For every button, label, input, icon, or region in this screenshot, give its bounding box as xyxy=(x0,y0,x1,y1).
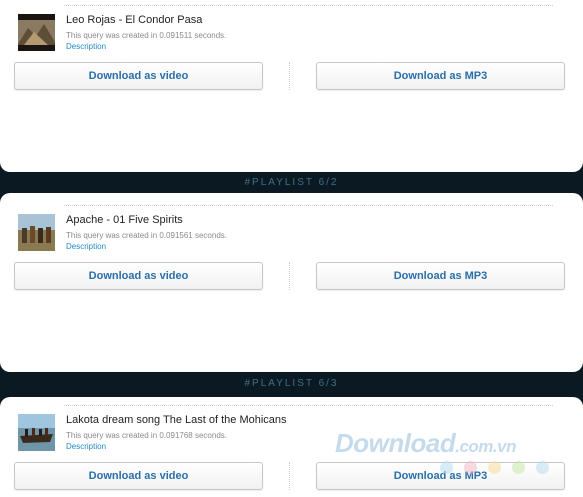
divider xyxy=(64,405,553,406)
video-title: Lakota dream song The Last of the Mohica… xyxy=(66,414,287,426)
watermark-logo: Download.com.vn xyxy=(335,428,516,458)
download-mp3-button[interactable]: Download as MP3 xyxy=(316,262,565,290)
divider xyxy=(64,5,553,6)
video-thumbnail[interactable] xyxy=(18,214,55,251)
divider xyxy=(289,462,290,490)
download-video-button[interactable]: Download as video xyxy=(14,262,263,290)
divider xyxy=(289,262,290,290)
video-title: Leo Rojas - El Condor Pasa xyxy=(66,14,203,26)
divider xyxy=(289,62,290,90)
description-link[interactable]: Description xyxy=(66,42,106,51)
divider xyxy=(64,205,553,206)
video-title: Apache - 01 Five Spirits xyxy=(66,214,183,226)
video-thumbnail[interactable] xyxy=(18,414,55,451)
watermark-dots-icon xyxy=(440,461,570,475)
description-link[interactable]: Description xyxy=(66,442,106,451)
playlist-banner: #PLAYLIST 6/2 xyxy=(244,177,339,188)
download-video-button[interactable]: Download as video xyxy=(14,62,263,90)
query-time-text: This query was created in 0.091511 secon… xyxy=(66,31,227,40)
query-time-text: This query was created in 0.091561 secon… xyxy=(66,231,227,240)
download-mp3-button[interactable]: Download as MP3 xyxy=(316,62,565,90)
query-time-text: This query was created in 0.091768 secon… xyxy=(66,431,227,440)
download-video-button[interactable]: Download as video xyxy=(14,462,263,490)
playlist-banner: #PLAYLIST 6/3 xyxy=(244,378,339,389)
description-link[interactable]: Description xyxy=(66,242,106,251)
video-thumbnail[interactable] xyxy=(18,14,55,51)
